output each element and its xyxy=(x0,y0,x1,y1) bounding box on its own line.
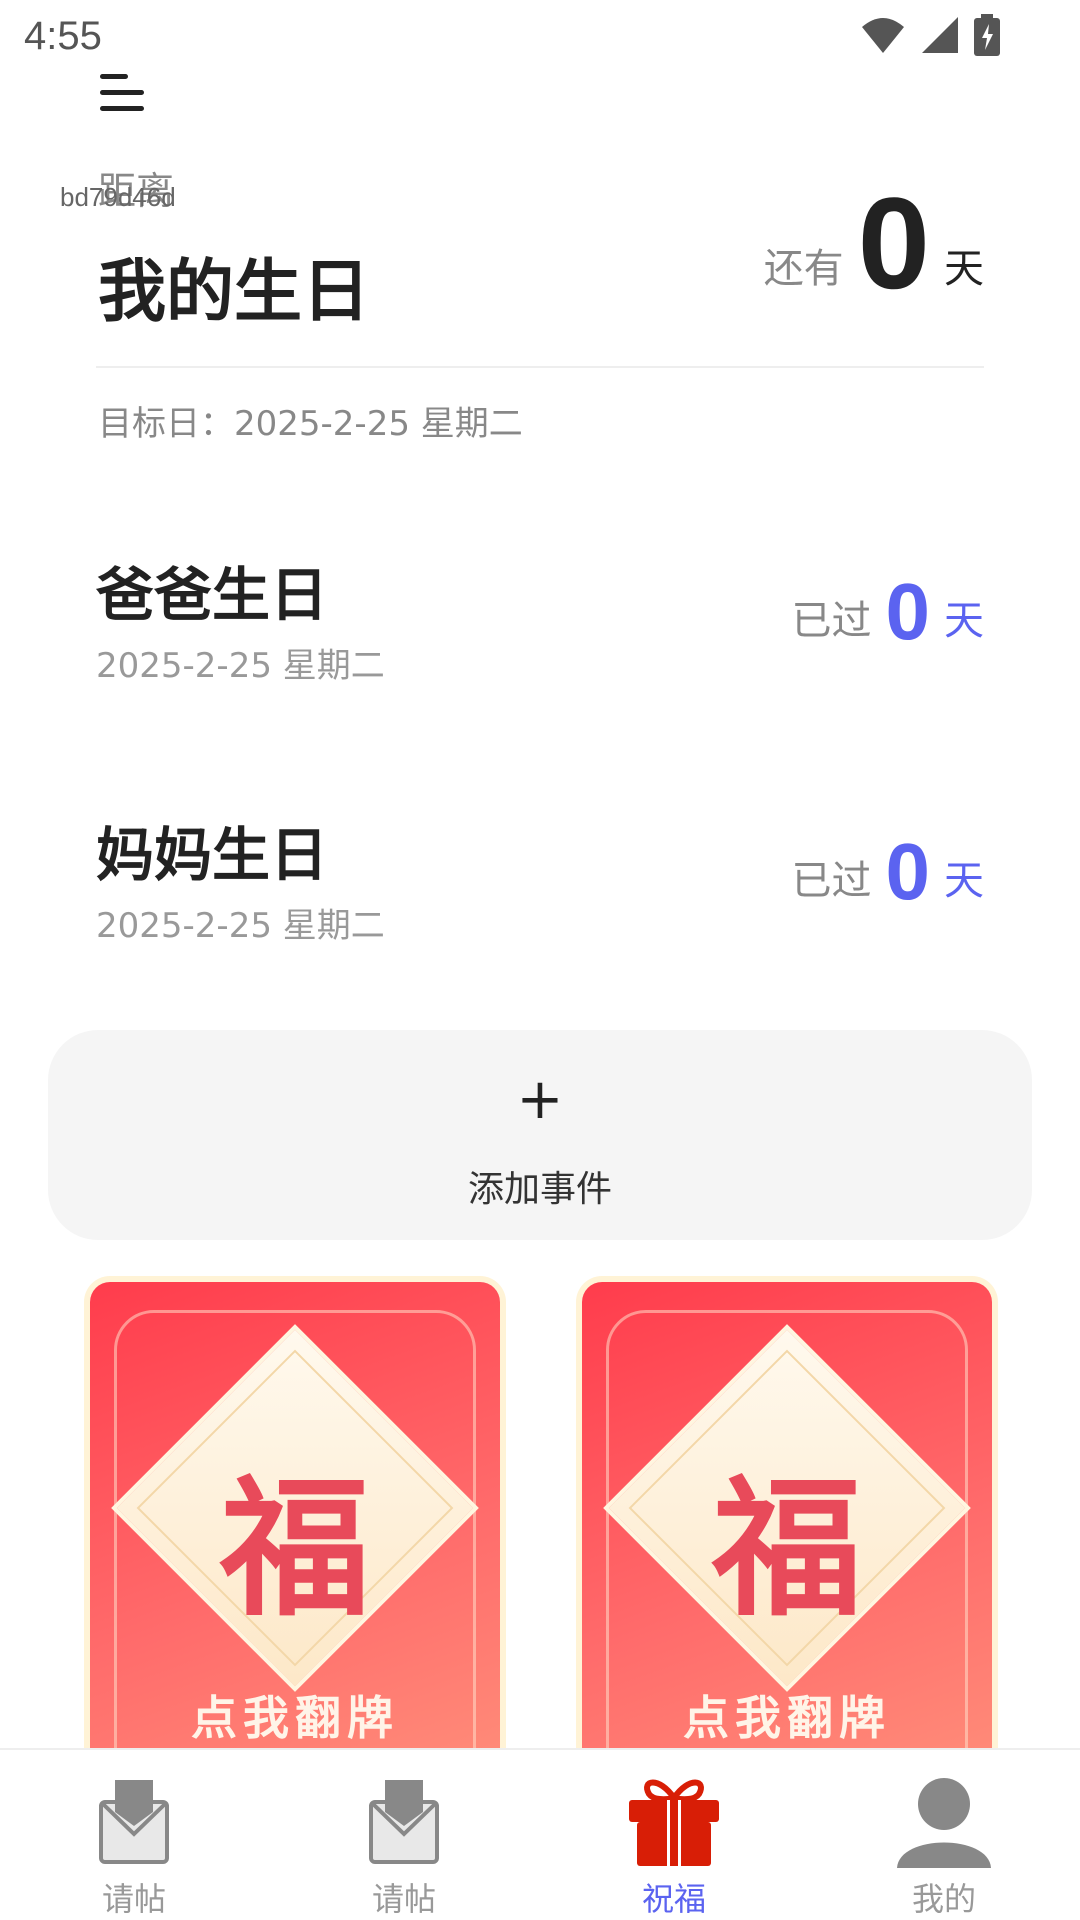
event-name: 爸爸生日 xyxy=(96,561,329,629)
fu-card-label: 点我翻牌 xyxy=(683,1691,891,1745)
status-bar: 4:55 xyxy=(0,0,1080,72)
hero-days: 0 xyxy=(857,170,930,316)
event-name: 妈妈生日 xyxy=(96,821,329,889)
event-unit: 天 xyxy=(944,598,984,644)
tab-invitation-1[interactable]: 请帖 xyxy=(44,1766,224,1918)
tab-mine[interactable]: 我的 xyxy=(854,1766,1034,1918)
event-item[interactable]: 爸爸生日 2025-2-25 星期二 已过 0 天 xyxy=(96,548,984,708)
event-date: 2025-2-25 星期二 xyxy=(96,906,385,946)
event-item[interactable]: 妈妈生日 2025-2-25 星期二 已过 0 天 xyxy=(96,808,984,968)
fu-character: 福 xyxy=(711,1461,862,1637)
menu-icon[interactable] xyxy=(100,72,148,116)
bottom-tab-bar: 请帖 请帖 祝福 我的 xyxy=(0,1748,1080,1920)
gift-icon xyxy=(629,1779,719,1866)
hero-countdown: 还有 0 天 xyxy=(764,178,984,308)
signal-icon xyxy=(922,17,958,53)
event-prefix: 已过 xyxy=(791,598,872,644)
tab-blessing[interactable]: 祝福 xyxy=(584,1766,764,1918)
tab-label: 祝福 xyxy=(641,1880,706,1918)
event-countdown: 已过 0 天 xyxy=(792,832,985,912)
add-event-button[interactable]: + 添加事件 xyxy=(48,1030,1032,1240)
add-event-label: 添加事件 xyxy=(467,1169,612,1210)
event-date: 2025-2-25 星期二 xyxy=(96,646,385,686)
wifi-icon xyxy=(862,18,904,53)
battery-icon xyxy=(974,14,1000,56)
hero-prefix: 还有 xyxy=(763,246,844,292)
hero-unit: 天 xyxy=(944,246,984,292)
plus-icon: + xyxy=(516,1067,564,1132)
status-icons xyxy=(860,14,1000,56)
event-countdown: 已过 0 天 xyxy=(792,572,985,652)
fu-card[interactable]: 福 点我翻牌 xyxy=(90,1282,500,1752)
user-icon xyxy=(897,1778,991,1868)
tab-label: 请帖 xyxy=(101,1880,166,1918)
tab-invitation-2[interactable]: 请帖 xyxy=(314,1766,494,1918)
event-unit: 天 xyxy=(944,858,984,904)
target-date: 目标日：2025-2-25 星期二 xyxy=(98,404,523,444)
hero-title[interactable]: 我的生日 xyxy=(98,236,370,335)
fu-card[interactable]: 福 点我翻牌 xyxy=(582,1282,992,1752)
tab-label: 请帖 xyxy=(371,1880,436,1918)
status-time: 4:55 xyxy=(24,14,102,58)
fu-card-label: 点我翻牌 xyxy=(191,1691,399,1745)
invitation-icon xyxy=(99,1780,169,1864)
invitation-icon xyxy=(369,1780,439,1864)
divider xyxy=(96,366,984,368)
event-prefix: 已过 xyxy=(791,858,872,904)
fu-character: 福 xyxy=(219,1461,370,1637)
event-days: 0 xyxy=(885,827,931,916)
tab-label: 我的 xyxy=(911,1880,976,1918)
event-days: 0 xyxy=(885,567,931,656)
hero-overlay-code: bd79d46d xyxy=(60,182,176,212)
